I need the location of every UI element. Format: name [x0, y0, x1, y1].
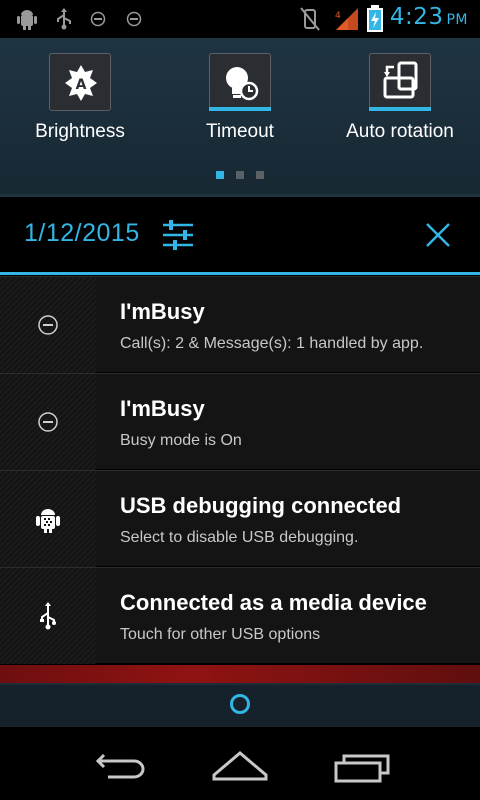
brightness-auto-icon: A: [65, 65, 97, 101]
notification-title: I'mBusy: [120, 299, 205, 324]
tile-timeout[interactable]: Timeout: [160, 53, 320, 163]
panel-handle[interactable]: [0, 683, 480, 727]
notification-item[interactable]: Connected as a media device Touch for ot…: [0, 567, 480, 664]
home-icon[interactable]: [208, 745, 272, 785]
android-debug-icon: [17, 10, 37, 30]
notification-title: Connected as a media device: [120, 590, 427, 615]
page-dot: [236, 171, 244, 179]
notification-text: Select to disable USB debugging.: [120, 529, 359, 546]
clock-time: 4:23: [389, 4, 444, 30]
svg-text:A: A: [76, 77, 87, 93]
tile-brightness-box: A: [49, 53, 111, 111]
android-debug-icon: [36, 509, 60, 533]
usb-icon: [40, 602, 56, 630]
status-bar: 4 4:23 PM: [0, 0, 480, 38]
clock: 4:23 PM: [390, 4, 468, 30]
quick-settings-panel: A Brightness Timeout Auto rotation: [0, 38, 480, 194]
tile-auto-rotation-indicator: [369, 107, 431, 111]
tile-label: Brightness: [35, 121, 125, 142]
settings-sliders-icon[interactable]: [160, 217, 196, 253]
date-row: 1/12/2015: [0, 197, 480, 273]
back-icon[interactable]: [88, 745, 152, 785]
notification-text: Call(s): 2 & Message(s): 1 handled by ap…: [120, 335, 424, 352]
notification-item[interactable]: USB debugging connected Select to disabl…: [0, 470, 480, 567]
close-icon[interactable]: [420, 217, 456, 253]
notification-item[interactable]: I'mBusy Call(s): 2 & Message(s): 1 handl…: [0, 276, 480, 373]
tile-auto-rotation[interactable]: Auto rotation: [320, 53, 480, 163]
busy-icon: [38, 412, 58, 432]
notification-icon-area: [0, 471, 96, 567]
handle-divider: [0, 683, 480, 685]
busy-icon: [90, 11, 106, 27]
tile-label: Auto rotation: [346, 121, 454, 142]
tile-timeout-box: [209, 53, 271, 111]
clock-ampm: PM: [446, 12, 468, 28]
auto-rotation-icon: [383, 61, 418, 99]
notification-title: USB debugging connected: [120, 493, 402, 518]
notification-text: Busy mode is On: [120, 432, 242, 449]
navigation-bar: [0, 727, 480, 800]
tile-label: Timeout: [206, 121, 274, 142]
handle-ring-icon: [230, 694, 250, 714]
recents-icon[interactable]: [330, 745, 394, 785]
notification-icon-area: [0, 568, 96, 664]
tile-timeout-indicator: [209, 107, 271, 111]
busy-icon: [38, 315, 58, 335]
signal-icon: 4: [335, 8, 358, 30]
page-indicator: [0, 171, 480, 181]
date-row-divider: [0, 272, 480, 275]
tile-auto-rotation-box: [369, 53, 431, 111]
notification-icon-area: [0, 374, 96, 470]
notification-text: Touch for other USB options: [120, 626, 321, 643]
battery-charging-icon: [367, 5, 383, 32]
notification-item[interactable]: I'mBusy Busy mode is On: [0, 373, 480, 470]
background-wallpaper-peek: [0, 665, 480, 683]
mute-icon: [300, 7, 320, 31]
page-dot: [256, 171, 264, 179]
timeout-icon: [226, 67, 259, 101]
tile-brightness[interactable]: A Brightness: [0, 53, 160, 163]
svg-text:4: 4: [335, 11, 341, 21]
notification-icon-area: [0, 277, 96, 373]
notification-title: I'mBusy: [120, 396, 205, 421]
page-dot-active: [216, 171, 224, 179]
busy-icon: [126, 11, 142, 27]
date-text[interactable]: 1/12/2015: [24, 219, 140, 248]
usb-icon: [57, 8, 71, 30]
